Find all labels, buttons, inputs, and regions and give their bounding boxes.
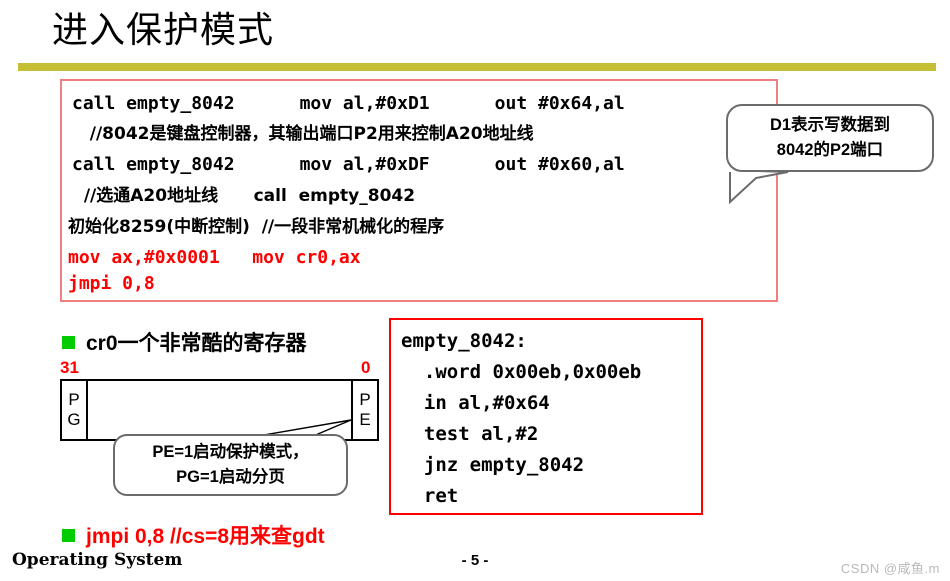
code-line-4-comment: //选通A20地址线 call empty_8042 xyxy=(72,186,416,206)
bullet-cr0-label: cr0一个非常酷的寄存器 xyxy=(86,332,307,355)
code-line-2-comment: //8042是键盘控制器，其输出端口P2用来控制A20地址线 xyxy=(72,124,534,144)
code-line-3: call empty_8042 mov al,#0xDF out #0x60,a… xyxy=(72,154,625,175)
empty-8042-code-panel: empty_8042: .word 0x00eb,0x00eb in al,#0… xyxy=(389,318,703,515)
page-title: 进入保护模式 xyxy=(52,10,275,51)
callout-pe-pg-note: PE=1启动保护模式， PG=1启动分页 xyxy=(113,434,348,496)
register-bit-label-high: 31 xyxy=(60,358,79,377)
callout-d1-note: D1表示写数据到 8042的P2端口 xyxy=(726,104,934,172)
bullet-square-icon xyxy=(62,528,75,542)
empty-line-3: in al,#0x64 xyxy=(401,392,550,414)
code-line-1: call empty_8042 mov al,#0xD1 out #0x64,a… xyxy=(72,93,625,114)
bullet-cr0: cr0一个非常酷的寄存器 xyxy=(62,327,307,357)
code-line-5-comment: 初始化8259(中断控制) //一段非常机械化的程序 xyxy=(68,217,445,237)
watermark-label: CSDN @咸鱼.m xyxy=(840,561,940,576)
callout-d1-tail xyxy=(728,170,796,204)
code-line-6-mov-cr0: mov ax,#0x0001 mov cr0,ax xyxy=(68,247,361,268)
title-underline-rule xyxy=(18,63,936,71)
empty-line-4: test al,#2 xyxy=(401,423,539,445)
code-line-7-jmpi: jmpi 0,8 xyxy=(68,273,155,294)
footer-page-number: - 5 - xyxy=(461,552,489,569)
empty-line-5: jnz empty_8042 xyxy=(401,454,585,476)
bullet-square-icon xyxy=(62,335,75,349)
empty-line-6: ret xyxy=(401,485,459,507)
callout-pe-line2: PG=1启动分页 xyxy=(176,468,285,486)
assembly-code-panel: call empty_8042 mov al,#0xD1 out #0x64,a… xyxy=(60,79,778,302)
bullet-jmpi-label: jmpi 0,8 //cs=8用来查gdt xyxy=(86,525,325,548)
bullet-jmpi: jmpi 0,8 //cs=8用来查gdt xyxy=(62,520,325,550)
register-bit-label-low: 0 xyxy=(361,358,371,377)
callout-d1-line2: 8042的P2端口 xyxy=(776,141,884,159)
empty-line-2: .word 0x00eb,0x00eb xyxy=(401,361,642,383)
callout-pe-line1: PE=1启动保护模式， xyxy=(152,443,309,461)
callout-d1-line1: D1表示写数据到 xyxy=(769,116,891,134)
empty-line-1: empty_8042: xyxy=(401,330,527,352)
